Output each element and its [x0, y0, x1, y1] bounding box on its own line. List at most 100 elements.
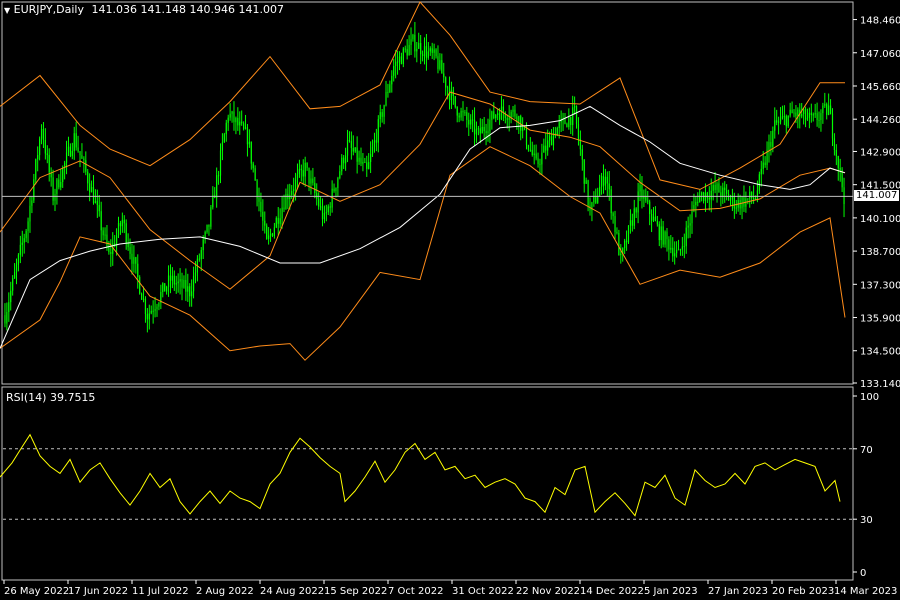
candle-body [131, 253, 133, 264]
candle-body [56, 179, 58, 194]
rsi-tick-label: 0 [860, 568, 866, 579]
candle-body [726, 190, 728, 194]
candle-body [652, 216, 655, 221]
candle-body [608, 183, 610, 190]
candle-body [192, 275, 195, 292]
price-tick-label: 133.140 [860, 379, 900, 390]
candle-body [48, 154, 50, 173]
candle-body [206, 224, 208, 233]
candle-body [437, 56, 439, 69]
last-price-tag: 141.007 [854, 190, 900, 202]
candle-body [427, 51, 429, 58]
candle-body [164, 283, 166, 292]
candle-body [25, 230, 27, 239]
candle-body [772, 130, 774, 147]
candle-body [727, 193, 730, 201]
candle-body [67, 146, 70, 153]
candle-body [356, 147, 358, 162]
candle-body [722, 187, 724, 197]
candle-body [650, 214, 653, 221]
candle-body [814, 113, 816, 115]
candle-body [300, 168, 302, 171]
candle-body [612, 213, 614, 217]
candle-body [712, 184, 714, 191]
candle-body [420, 43, 422, 55]
candle-body [835, 149, 837, 156]
candle-body [42, 128, 45, 141]
candle-body [718, 183, 720, 193]
candle-body [19, 244, 21, 255]
candle-body [575, 106, 578, 124]
candle-body [618, 232, 620, 256]
candle-body [633, 208, 635, 226]
candle-body [433, 49, 435, 53]
candle-body [142, 298, 145, 300]
candle-body [133, 257, 135, 264]
candle-body [776, 120, 778, 123]
candle-body [33, 179, 35, 201]
candle-body [774, 120, 776, 131]
candle-body [804, 109, 807, 120]
price-tick-label: 147.060 [860, 49, 900, 60]
candle-body [395, 61, 397, 66]
candle-body [366, 162, 368, 169]
dropdown-arrow-icon[interactable]: ▼ [4, 6, 10, 15]
candle-body [458, 115, 460, 118]
candle-body [446, 87, 449, 89]
trading-chart[interactable]: 148.460147.060145.660144.260142.900141.5… [0, 0, 900, 600]
candle-body [139, 276, 141, 294]
candle-body [208, 224, 210, 227]
candle-body [435, 49, 437, 57]
rsi-tick-label: 70 [860, 445, 873, 456]
candle-body [306, 162, 308, 168]
candle-body [229, 113, 231, 118]
price-tick-label: 137.300 [860, 280, 900, 291]
candle-body [600, 176, 603, 187]
candle-body [387, 91, 389, 93]
candle-body [833, 138, 836, 150]
candle-body [464, 112, 466, 114]
candle-body [793, 112, 795, 114]
candle-body [29, 205, 31, 222]
candle-body [119, 223, 122, 227]
candle-body [166, 286, 168, 292]
candle-body [281, 207, 283, 219]
candle-body [531, 149, 533, 155]
candle-body [681, 246, 683, 250]
candle-body [664, 231, 666, 245]
candle-body [146, 313, 148, 320]
candle-body [175, 283, 177, 285]
candle-body [512, 109, 514, 112]
candle-body [6, 312, 8, 324]
chart-header: ▼ EURJPY,Daily 141.036 141.148 140.946 1… [4, 4, 284, 17]
candle-body [729, 199, 732, 201]
candle-body [8, 302, 10, 313]
candle-body [13, 272, 16, 279]
candle-body [252, 163, 254, 169]
candle-body [354, 147, 356, 152]
candle-body [335, 188, 337, 192]
candle-body [314, 182, 316, 194]
candle-body [495, 114, 497, 119]
candle-body [460, 110, 462, 118]
candle-body [75, 133, 77, 148]
candle-body [695, 201, 697, 206]
candle-body [379, 112, 381, 120]
candle-body [522, 126, 524, 131]
candle-body [541, 152, 543, 165]
candle-body [410, 39, 412, 46]
candle-body [377, 119, 379, 143]
candle-body [391, 75, 393, 85]
candle-body [312, 178, 314, 183]
candle-body [778, 121, 780, 123]
candle-body [246, 127, 249, 145]
candle-body [194, 272, 197, 276]
candle-body [44, 140, 46, 154]
candle-body [676, 249, 678, 254]
candle-body [585, 180, 587, 184]
candle-body [820, 113, 822, 120]
candle-body [735, 207, 737, 209]
candle-body [527, 145, 530, 150]
candle-body [187, 286, 189, 292]
candle-body [52, 177, 54, 201]
